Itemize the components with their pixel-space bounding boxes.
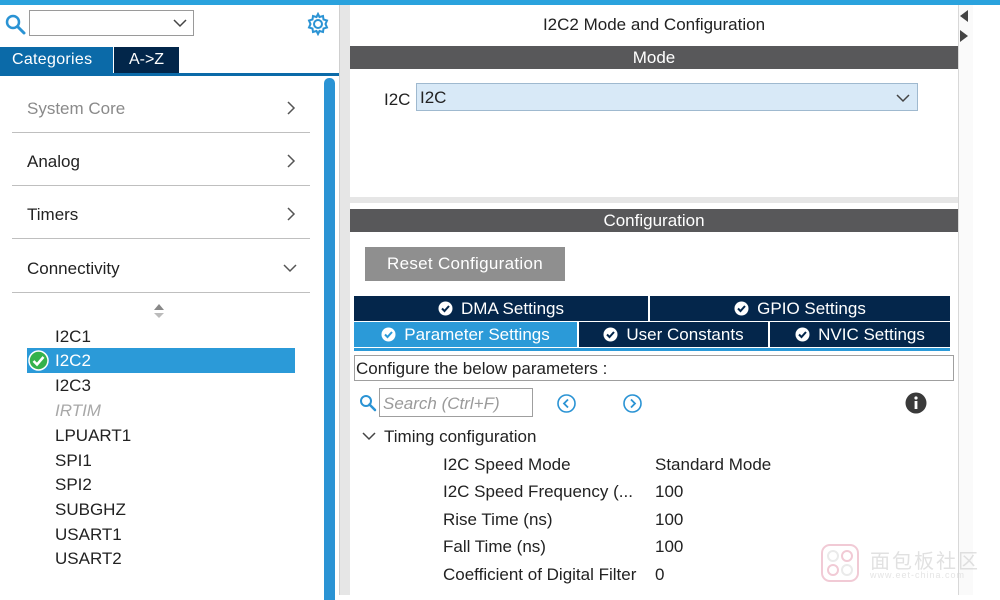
tab-underline (354, 348, 950, 351)
tab-dma-settings[interactable]: DMA Settings (354, 296, 650, 321)
panel-divider[interactable] (339, 5, 350, 595)
tab-label: Parameter Settings (404, 325, 550, 344)
tab-gpio-settings[interactable]: GPIO Settings (650, 296, 950, 321)
expand-right-icon[interactable] (958, 29, 970, 43)
nav-next-icon[interactable] (623, 394, 642, 413)
tab-categories[interactable]: Categories (0, 47, 113, 73)
page-title: I2C2 Mode and Configuration (542, 15, 766, 34)
mode-header: Mode (350, 46, 958, 69)
watermark: 面包板社区 www.eet-china.com (820, 543, 990, 583)
chevron-down-icon[interactable] (362, 431, 376, 441)
param-row[interactable]: Rise Time (ns) 100 (443, 510, 953, 536)
gear-icon[interactable] (306, 12, 330, 36)
watermark-sub: www.eet-china.com (870, 570, 966, 580)
right-edge-scrollbar[interactable] (958, 5, 973, 595)
chevron-down-icon[interactable] (895, 90, 911, 106)
check-icon (795, 327, 810, 342)
tab-row-bottom: Parameter Settings User Constants NVIC S… (354, 322, 950, 347)
check-icon (603, 327, 618, 342)
list-item-i2c2-selected[interactable]: I2C2 (27, 348, 295, 373)
list-item-label: I2C2 (55, 351, 91, 370)
configuration-header: Configuration (350, 209, 958, 232)
i2c-mode-select[interactable]: I2C (416, 83, 918, 111)
param-value[interactable]: 0 (655, 565, 664, 585)
search-combo[interactable] (29, 10, 194, 36)
category-tabs: Categories A->Z (0, 47, 339, 76)
category-label: System Core (27, 99, 126, 118)
chevron-right-icon (287, 154, 296, 168)
chevron-down-icon (283, 264, 297, 273)
i2c-mode-value: I2C (420, 88, 447, 107)
search-icon[interactable] (5, 14, 27, 36)
search-placeholder: Search (Ctrl+F) (383, 394, 500, 413)
group-label: Timing configuration (384, 427, 537, 446)
list-item-i2c3[interactable]: I2C3 (55, 376, 91, 396)
param-row[interactable]: I2C Speed Frequency (... 100 (443, 482, 953, 508)
tab-user-constants[interactable]: User Constants (579, 322, 770, 347)
tab-label: NVIC Settings (818, 325, 925, 344)
param-name: Fall Time (ns) (443, 537, 546, 556)
tab-a-to-z[interactable]: A->Z (114, 47, 179, 73)
param-value[interactable]: 100 (655, 537, 683, 557)
sidebar-scrollbar[interactable] (324, 78, 335, 600)
reset-configuration-button[interactable]: Reset Configuration (365, 247, 565, 281)
sort-arrows-icon[interactable] (153, 303, 165, 319)
param-name: I2C Speed Frequency (... (443, 482, 633, 501)
left-panel: Categories A->Z System Core Analog Timer… (0, 5, 339, 600)
tab-row-top: DMA Settings GPIO Settings (354, 296, 950, 321)
section-gap (350, 197, 958, 203)
category-label: Connectivity (27, 259, 120, 278)
list-item-i2c1[interactable]: I2C1 (55, 327, 91, 347)
param-value[interactable]: 100 (655, 510, 683, 530)
collapse-left-icon[interactable] (958, 9, 970, 23)
category-label: Analog (27, 152, 80, 171)
i2c-mode-label: I2C (384, 90, 411, 109)
list-item-spi1[interactable]: SPI1 (55, 451, 92, 471)
param-row[interactable]: I2C Speed Mode Standard Mode (443, 455, 953, 481)
category-system-core[interactable]: System Core (12, 81, 310, 133)
info-icon[interactable] (905, 392, 927, 414)
tab-label: User Constants (626, 325, 744, 344)
param-value[interactable]: 100 (655, 482, 683, 502)
tab-label: DMA Settings (461, 299, 564, 318)
tab-parameter-settings[interactable]: Parameter Settings (354, 322, 579, 347)
chevron-right-icon (287, 101, 296, 115)
param-name: Rise Time (ns) (443, 510, 553, 529)
parameters-caption-box: Configure the below parameters : (354, 355, 954, 381)
param-value[interactable]: Standard Mode (655, 455, 771, 475)
parameter-search-input[interactable]: Search (Ctrl+F) (379, 388, 533, 417)
param-name: Coefficient of Digital Filter (443, 565, 637, 584)
list-item-usart1[interactable]: USART1 (55, 525, 122, 545)
list-item-irtim[interactable]: IRTIM (55, 401, 101, 421)
chevron-down-icon[interactable] (172, 15, 188, 31)
nav-prev-icon[interactable] (557, 394, 576, 413)
list-item-subghz[interactable]: SUBGHZ (55, 500, 126, 520)
category-timers[interactable]: Timers (12, 187, 310, 239)
tab-nvic-settings[interactable]: NVIC Settings (770, 322, 950, 347)
list-item-lpuart1[interactable]: LPUART1 (55, 426, 131, 446)
param-name: I2C Speed Mode (443, 455, 571, 474)
category-connectivity[interactable]: Connectivity (12, 241, 310, 293)
check-icon (438, 301, 453, 316)
chevron-right-icon (287, 207, 296, 221)
search-icon[interactable] (359, 394, 377, 412)
list-item-spi2[interactable]: SPI2 (55, 475, 92, 495)
check-icon (28, 350, 49, 371)
check-icon (381, 327, 396, 342)
watermark-logo-icon (821, 544, 859, 582)
category-label: Timers (27, 205, 79, 224)
list-item-usart2[interactable]: USART2 (55, 549, 122, 569)
check-icon (734, 301, 749, 316)
category-analog[interactable]: Analog (12, 134, 310, 186)
parameters-caption: Configure the below parameters : (356, 359, 608, 378)
tab-label: GPIO Settings (757, 299, 866, 318)
